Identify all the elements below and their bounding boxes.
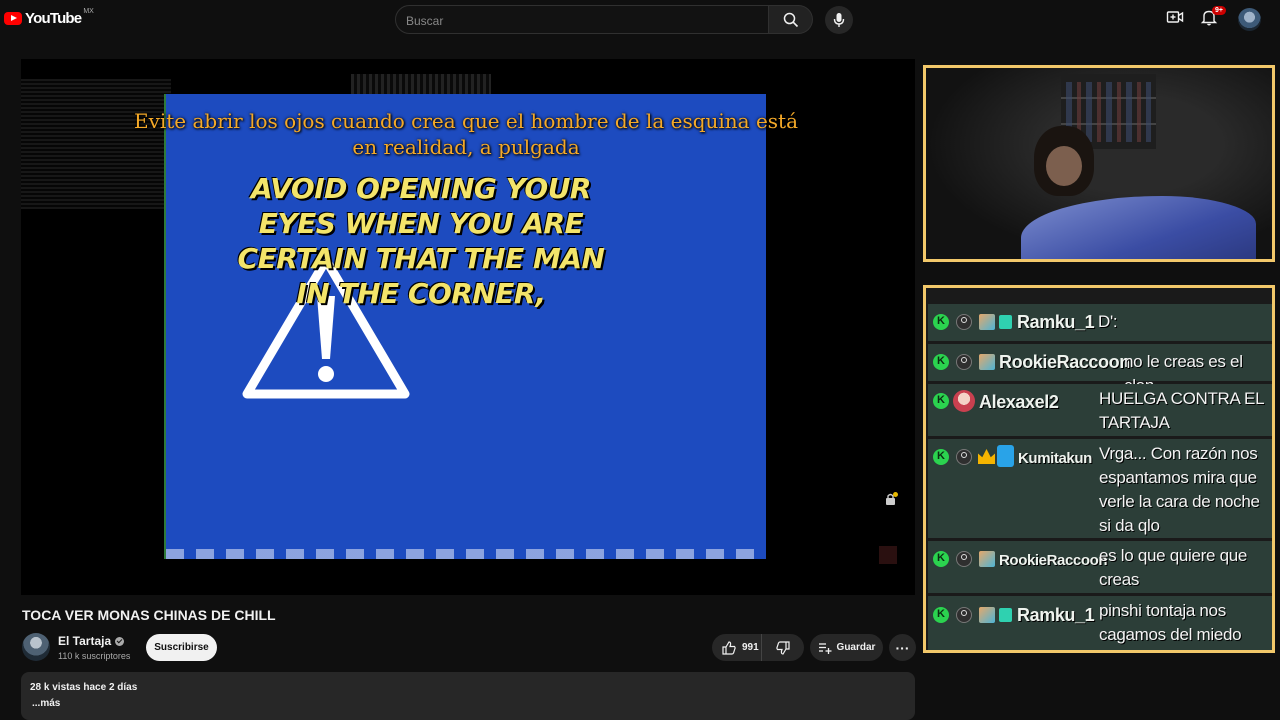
kick-icon	[933, 314, 949, 330]
static-noise-top	[351, 74, 491, 94]
chat-message: Ramku_1 pinshi tontaja nos cagamos del m…	[928, 596, 1272, 650]
chat-text: es lo que quiere que creas	[1099, 546, 1248, 589]
video-subtitle: Evite abrir los ojos cuando crea que el …	[133, 109, 799, 159]
user-avatar	[979, 314, 995, 330]
user-icon	[956, 314, 972, 330]
logo-text: YouTube	[25, 10, 82, 27]
chat-message: RookieRaccoon es lo que quiere que creas	[928, 541, 1272, 593]
chat-message: Ramku_1 D':	[928, 304, 1272, 341]
chat-username: RookieRaccoon	[999, 552, 1108, 569]
mic-icon	[833, 13, 845, 27]
chat-text: pinshi tontaja nos cagamos del miedo	[1099, 601, 1242, 644]
like-button[interactable]: 991	[712, 634, 762, 661]
notifications-button[interactable]: 9+	[1200, 6, 1226, 31]
channel-avatar[interactable]	[22, 633, 50, 661]
more-icon: ···	[895, 639, 910, 656]
kick-icon	[933, 449, 949, 465]
like-count: 991	[742, 642, 759, 653]
webcam-overlay	[923, 65, 1275, 262]
verified-icon	[115, 637, 125, 647]
create-icon	[1166, 11, 1184, 23]
chat-username: Ramku_1	[1017, 605, 1095, 625]
description-box[interactable]: 28 k vistas hace 2 días ...más	[21, 672, 915, 720]
search-box	[395, 5, 769, 35]
top-bar: YouTube MX 9+	[0, 0, 1280, 40]
user-avatar	[979, 607, 995, 623]
kick-icon	[933, 354, 949, 370]
dislike-icon	[776, 640, 790, 655]
search-button[interactable]	[769, 5, 813, 34]
chat-username: RookieRaccoon	[999, 352, 1130, 372]
gift-icon	[999, 315, 1012, 329]
notification-count-badge: 9+	[1212, 6, 1226, 15]
crown-icon	[978, 449, 995, 464]
chat-username: Ramku_1	[1017, 312, 1095, 332]
show-more-link[interactable]: ...más	[32, 698, 915, 709]
account-avatar[interactable]	[1238, 8, 1261, 31]
subscribe-button[interactable]: Suscribirse	[146, 634, 217, 661]
user-avatar	[953, 390, 975, 412]
save-button[interactable]: Guardar	[810, 634, 883, 661]
video-title: TOCA VER MONAS CHINAS DE CHILL	[22, 607, 276, 623]
search-input[interactable]	[396, 6, 748, 35]
channel-watermark-icon[interactable]	[879, 546, 897, 564]
chat-message: RookieRaccoon no le creas es el clon	[928, 344, 1272, 395]
youtube-logo-icon	[4, 12, 22, 25]
chat-text: HUELGA CONTRA EL TARTAJA	[1099, 389, 1264, 432]
chat-message: Kumitakun Vrga... Con razón nos espantam…	[928, 439, 1272, 538]
like-icon	[722, 640, 736, 655]
chat-overlay: Ramku_1 D': RookieRaccoon no le creas es…	[923, 285, 1275, 653]
channel-name[interactable]: El Tartaja	[58, 634, 125, 648]
user-avatar	[979, 551, 995, 567]
user-avatar	[979, 354, 995, 370]
save-label: Guardar	[836, 642, 876, 653]
user-icon	[956, 354, 972, 370]
chat-text: Vrga... Con razón nos espantamos mira qu…	[1099, 444, 1260, 535]
tv-screen: AVOID OPENING YOUR EYES WHEN YOU ARE CER…	[164, 94, 766, 559]
chat-message: Alexaxel2 HUELGA CONTRA EL TARTAJA	[928, 384, 1272, 436]
screen-scanline	[166, 549, 766, 559]
kick-icon	[933, 393, 949, 409]
voice-search-button[interactable]	[825, 6, 853, 34]
like-dislike-group: 991	[712, 634, 804, 661]
screen-warning-text: AVOID OPENING YOUR EYES WHEN YOU ARE CER…	[237, 172, 605, 310]
create-button[interactable]	[1166, 8, 1184, 31]
more-actions-button[interactable]: ···	[889, 634, 916, 661]
chat-text: D':	[1098, 312, 1118, 331]
user-icon	[956, 449, 972, 465]
save-icon	[818, 642, 832, 654]
subscriber-count: 110 k suscriptores	[58, 651, 131, 661]
streamer-face	[1046, 146, 1082, 186]
channel-name-text[interactable]: El Tartaja	[58, 634, 111, 648]
country-code: MX	[83, 8, 94, 15]
youtube-logo[interactable]: YouTube MX	[4, 8, 94, 27]
search-icon	[783, 12, 798, 27]
kick-icon	[933, 551, 949, 567]
user-icon	[956, 551, 972, 567]
kick-icon	[933, 607, 949, 623]
user-icon	[956, 607, 972, 623]
subscriber-badge-icon	[997, 445, 1014, 467]
video-player[interactable]: AVOID OPENING YOUR EYES WHEN YOU ARE CER…	[21, 59, 915, 595]
gift-icon	[999, 608, 1012, 622]
chat-username: Kumitakun	[1018, 450, 1092, 467]
chat-username: Alexaxel2	[979, 392, 1059, 412]
dislike-button[interactable]	[762, 640, 804, 655]
lock-icon[interactable]	[884, 492, 898, 506]
view-count-date: 28 k vistas hace 2 días	[30, 682, 138, 693]
